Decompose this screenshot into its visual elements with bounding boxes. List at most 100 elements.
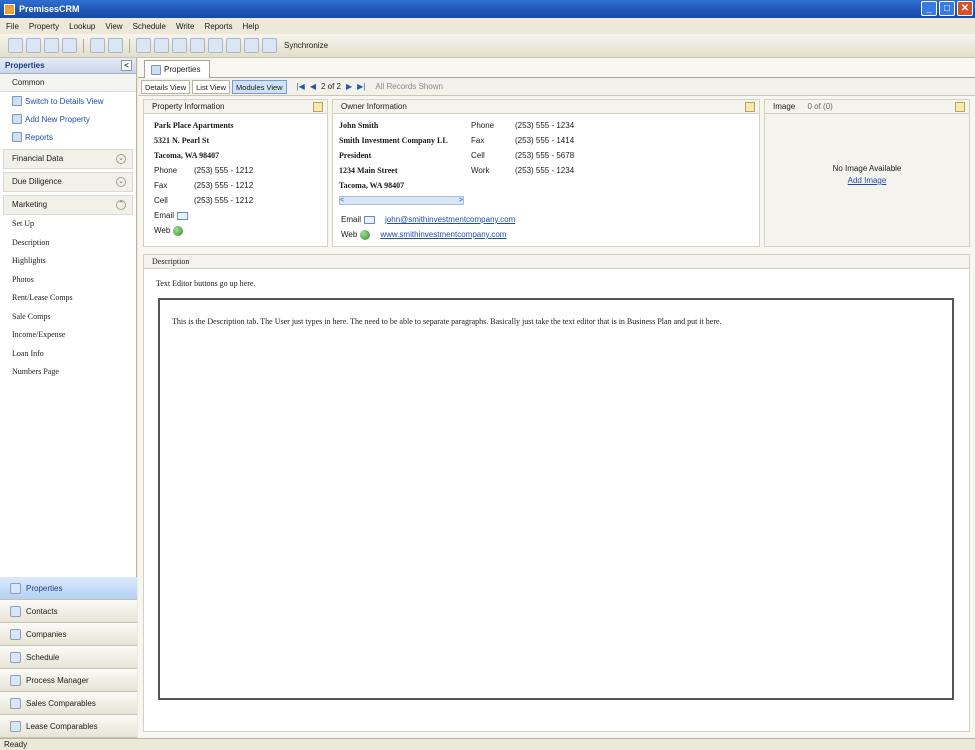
link-highlights[interactable]: Highlights (0, 252, 136, 271)
email-icon[interactable] (364, 215, 376, 224)
nav-sales-comparables[interactable]: Sales Comparables (0, 692, 137, 715)
owner-email-link[interactable]: john@smithinvestmentcompany.com (385, 215, 515, 224)
copy-icon[interactable] (44, 38, 59, 53)
prev-record-button[interactable]: ◀ (310, 82, 316, 91)
add-property-action[interactable]: Add New Property (0, 110, 136, 128)
menu-write[interactable]: Write (176, 22, 195, 31)
owner-company: Smith Investment Company LL (339, 136, 448, 145)
menu-help[interactable]: Help (242, 22, 258, 31)
property-phone: (253) 555 - 1212 (194, 166, 254, 175)
group-marketing[interactable]: Marketing ⌃ (3, 195, 133, 215)
details-view-icon (12, 96, 22, 106)
menu-file[interactable]: File (6, 22, 19, 31)
report-icon[interactable] (154, 38, 169, 53)
calculator-icon[interactable] (244, 38, 259, 53)
owner-info-header: Owner Information (333, 100, 759, 114)
menu-reports[interactable]: Reports (204, 22, 232, 31)
menu-schedule[interactable]: Schedule (133, 22, 166, 31)
first-record-button[interactable]: |◀ (297, 82, 305, 91)
description-header: Description (144, 255, 969, 269)
chart-icon[interactable] (226, 38, 241, 53)
link-photos[interactable]: Photos (0, 271, 136, 290)
no-image-label: No Image Available (832, 164, 902, 173)
email-icon[interactable] (177, 211, 189, 220)
maximize-button[interactable]: □ (939, 1, 955, 16)
scroll-left-button[interactable]: < (340, 197, 344, 204)
web-globe-icon[interactable] (173, 225, 184, 236)
nav-properties[interactable]: Properties (0, 577, 137, 600)
globe-icon[interactable] (190, 38, 205, 53)
app-icon (4, 3, 15, 15)
owner-phone: (253) 555 - 1234 (515, 121, 575, 130)
list-view-button[interactable]: List View (192, 79, 231, 94)
description-editor[interactable]: This is the Description tab. The User ju… (158, 298, 954, 700)
folder-icon[interactable] (136, 38, 151, 53)
nav-label: Process Manager (26, 675, 89, 685)
nav-label: Contacts (26, 606, 58, 616)
menu-view[interactable]: View (105, 22, 122, 31)
edit-icon[interactable] (955, 102, 965, 112)
next-record-button[interactable]: ▶ (346, 82, 352, 91)
owner-fax-label: Fax (471, 136, 485, 145)
owner-web-link[interactable]: www.smithinvestmentcompany.com (380, 230, 506, 239)
link-set-up[interactable]: Set Up (0, 215, 136, 234)
link-sale-comps[interactable]: Sale Comps (0, 308, 136, 327)
link-numbers-page[interactable]: Numbers Page (0, 363, 136, 382)
sync-icon[interactable] (262, 38, 277, 53)
group-financial-data[interactable]: Financial Data ⌄ (3, 149, 133, 169)
reports-action[interactable]: Reports (0, 128, 136, 146)
scroll-right-button[interactable]: > (459, 197, 463, 204)
properties-tab-icon (151, 64, 161, 75)
toolbar-separator (129, 38, 130, 53)
print-preview-icon[interactable] (108, 38, 123, 53)
menu-property[interactable]: Property (29, 22, 59, 31)
group-label: Due Diligence (12, 177, 62, 186)
link-description[interactable]: Description (0, 234, 136, 253)
image-pager[interactable]: 0 of (0) (807, 102, 832, 111)
group-due-diligence[interactable]: Due Diligence ⌄ (3, 172, 133, 192)
process-manager-icon (10, 674, 21, 686)
action-label: Switch to Details View (25, 96, 104, 106)
action-label: Add New Property (25, 114, 90, 124)
link-loan-info[interactable]: Loan Info (0, 345, 136, 364)
edit-icon[interactable] (313, 102, 323, 112)
nav-process-manager[interactable]: Process Manager (0, 669, 137, 692)
nav-contacts[interactable]: Contacts (0, 600, 137, 623)
link-rent-lease-comps[interactable]: Rent/Lease Comps (0, 289, 136, 308)
nav-companies[interactable]: Companies (0, 623, 137, 646)
new-icon[interactable] (8, 38, 23, 53)
disc-icon[interactable] (208, 38, 223, 53)
nav-label: Lease Comparables (26, 721, 98, 731)
details-view-button[interactable]: Details View (141, 79, 191, 94)
menu-lookup[interactable]: Lookup (69, 22, 95, 31)
collapse-button[interactable]: < (121, 60, 132, 71)
close-button[interactable]: ✕ (957, 1, 973, 16)
owner-city: Tacoma, WA 98407 (339, 181, 405, 190)
switch-view-action[interactable]: Switch to Details View (0, 92, 136, 110)
modules-view-button[interactable]: Modules View (232, 79, 287, 94)
reports-icon (12, 132, 22, 142)
owner-web-label: Web (341, 230, 358, 239)
minimize-button[interactable]: _ (921, 1, 937, 16)
synchronize-label[interactable]: Synchronize (284, 41, 328, 50)
nav-schedule[interactable]: Schedule (0, 646, 137, 669)
link-income-expense[interactable]: Income/Expense (0, 326, 136, 345)
property-street: 5321 N. Pearl St (154, 136, 210, 145)
owner-cell: (253) 555 - 5678 (515, 151, 575, 160)
owner-work-label: Work (471, 166, 490, 175)
horizontal-scrollbar[interactable]: < > (339, 196, 464, 205)
last-record-button[interactable]: ▶| (357, 82, 365, 91)
add-image-link[interactable]: Add Image (848, 176, 887, 185)
schedule-icon (10, 651, 21, 663)
common-section[interactable]: Common (0, 74, 136, 92)
print-icon[interactable] (90, 38, 105, 53)
property-name: Park Place Apartments (154, 121, 234, 130)
calendar-icon[interactable] (172, 38, 187, 53)
open-icon[interactable] (26, 38, 41, 53)
nav-lease-comparables[interactable]: Lease Comparables (0, 715, 137, 738)
web-globe-icon[interactable] (360, 229, 371, 240)
group-label: Financial Data (12, 154, 64, 163)
tab-properties[interactable]: Properties (144, 60, 210, 78)
edit-icon[interactable] (745, 102, 755, 112)
save-icon[interactable] (62, 38, 77, 53)
